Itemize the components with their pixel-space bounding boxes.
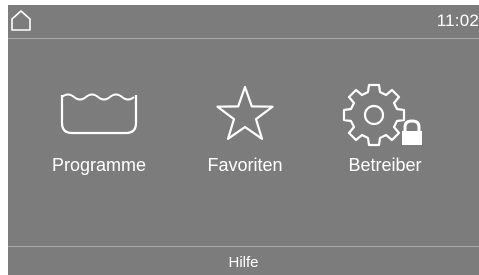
tile-label-betreiber: Betreiber [348, 155, 422, 175]
clock: 11:02 [436, 11, 479, 30]
wash-tub-icon [60, 93, 138, 135]
tile-programme[interactable]: Programme [34, 83, 164, 183]
tile-label-favoriten: Favoriten [207, 155, 283, 175]
gear-lock-icon [342, 83, 422, 147]
home-button[interactable] [10, 8, 32, 32]
tile-label-programme: Programme [51, 155, 147, 175]
home-icon [11, 10, 31, 31]
tile-favoriten[interactable]: Favoriten [180, 83, 310, 183]
star-icon [216, 85, 274, 140]
help-label: Hilfe [228, 254, 259, 271]
help-button[interactable]: Hilfe [8, 246, 479, 275]
tile-betreiber[interactable]: Betreiber [320, 83, 450, 183]
screen: 11:02 Programme Favoriten Betreiber Hilf… [0, 0, 479, 275]
control-panel: 11:02 Programme Favoriten Betreiber Hilf… [8, 5, 479, 275]
status-bar: 11:02 [8, 5, 479, 39]
